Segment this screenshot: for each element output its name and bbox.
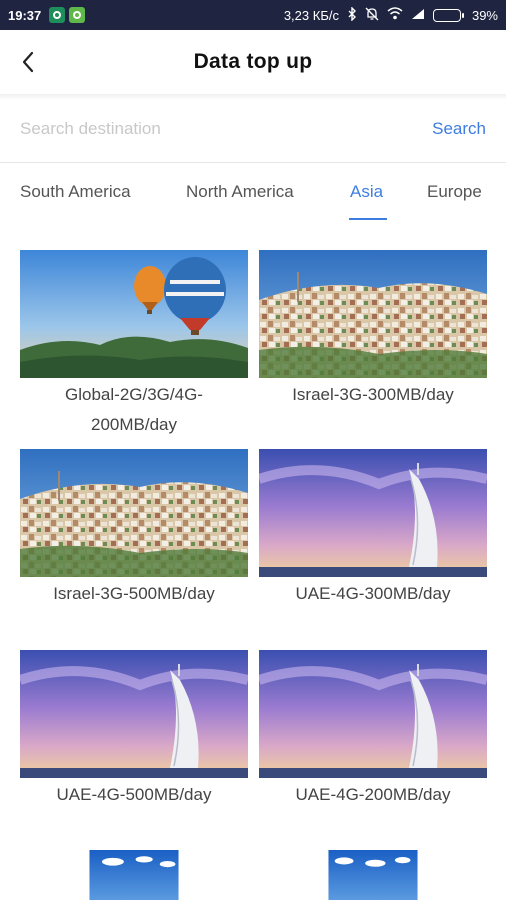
sky-clouds-image bbox=[328, 850, 418, 900]
balloons-image bbox=[20, 250, 248, 378]
notification-app-icon bbox=[49, 7, 66, 23]
network-speed: 3,23 КБ/с bbox=[283, 7, 339, 23]
mute-bell-icon bbox=[365, 7, 379, 24]
region-tabs: South America North America Asia Europe bbox=[0, 182, 506, 224]
battery-percent: 39% bbox=[471, 7, 498, 23]
product-name: UAE-4G-300MB/day bbox=[295, 584, 451, 603]
product-card[interactable] bbox=[20, 850, 248, 900]
sail-tower-image bbox=[20, 650, 248, 778]
page-title: Data top up bbox=[193, 50, 313, 73]
notification-app-icon-2 bbox=[69, 7, 86, 23]
search-button[interactable]: Search bbox=[432, 119, 486, 139]
product-card[interactable]: UAE-4G-500MB/day bbox=[20, 650, 248, 810]
bluetooth-icon bbox=[347, 5, 357, 24]
product-name: UAE-4G-200MB/day bbox=[295, 785, 451, 804]
tab-asia[interactable]: Asia bbox=[350, 182, 383, 202]
hillside-town-image bbox=[20, 449, 248, 577]
product-name: Global-2G/3G/4G- 200MB/day bbox=[65, 385, 203, 434]
product-name: Israel-3G-500MB/day bbox=[53, 584, 215, 603]
active-tab-indicator bbox=[349, 218, 387, 220]
divider bbox=[0, 162, 506, 163]
status-bar: 19:37 3,23 КБ/с 39% bbox=[0, 0, 506, 30]
product-card[interactable]: Israel-3G-500MB/day bbox=[20, 449, 248, 609]
product-card[interactable] bbox=[259, 850, 487, 900]
tab-south-america[interactable]: South America bbox=[20, 182, 131, 202]
product-card[interactable]: Israel-3G-300MB/day bbox=[259, 250, 487, 410]
tab-europe[interactable]: Europe bbox=[427, 182, 482, 202]
product-name: Israel-3G-300MB/day bbox=[292, 385, 454, 404]
wifi-icon bbox=[387, 7, 403, 23]
search-bar: Search bbox=[0, 102, 506, 156]
product-card[interactable]: Global-2G/3G/4G- 200MB/day bbox=[20, 250, 248, 440]
sky-clouds-image bbox=[89, 850, 179, 900]
product-name: UAE-4G-500MB/day bbox=[56, 785, 212, 804]
battery-icon bbox=[432, 8, 464, 22]
hillside-town-image bbox=[259, 250, 487, 378]
sail-tower-image bbox=[259, 650, 487, 778]
signal-icon bbox=[411, 8, 425, 23]
header-shadow bbox=[0, 94, 506, 100]
product-card[interactable]: UAE-4G-300MB/day bbox=[259, 449, 487, 609]
status-indicators: 3,23 КБ/с 39% bbox=[283, 5, 498, 24]
tab-north-america[interactable]: North America bbox=[186, 182, 294, 202]
status-time: 19:37 bbox=[8, 7, 42, 23]
app-header: Data top up bbox=[0, 30, 506, 94]
back-arrow-icon[interactable] bbox=[16, 48, 44, 76]
sail-tower-image bbox=[259, 449, 487, 577]
product-card[interactable]: UAE-4G-200MB/day bbox=[259, 650, 487, 810]
search-input[interactable] bbox=[20, 119, 433, 139]
